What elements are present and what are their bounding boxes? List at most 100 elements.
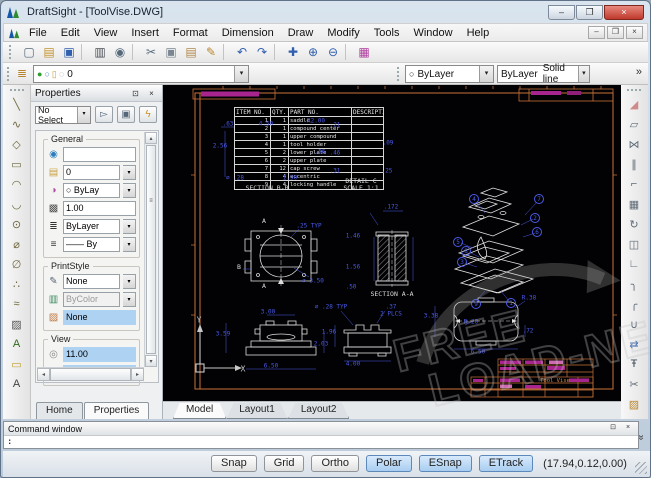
separator[interactable] bbox=[81, 44, 88, 60]
grid-toggle[interactable]: Grid bbox=[264, 455, 305, 472]
command-input[interactable]: : bbox=[4, 436, 638, 448]
weld-tool[interactable]: ∪ bbox=[623, 314, 645, 334]
toolbar-drag-handle[interactable] bbox=[9, 45, 14, 59]
property-value[interactable] bbox=[63, 147, 136, 162]
snap-toggle[interactable]: Snap bbox=[211, 455, 257, 472]
separator[interactable] bbox=[132, 44, 139, 60]
print-preview-icon[interactable]: ◉ bbox=[110, 43, 130, 61]
annotation-tool[interactable]: A bbox=[6, 334, 28, 354]
scrollbar-thumb[interactable] bbox=[50, 368, 131, 381]
chevron-down-icon[interactable]: ▾ bbox=[123, 183, 136, 198]
maximize-button[interactable]: ❐ bbox=[576, 5, 603, 20]
quick-select-button[interactable]: ϟ bbox=[139, 106, 157, 123]
command-window-header[interactable]: Command window ⊡ × bbox=[4, 422, 638, 436]
polyline-tool[interactable]: ∿ bbox=[6, 114, 28, 134]
property-value[interactable]: None bbox=[63, 274, 120, 289]
property-value[interactable]: ByColor bbox=[63, 292, 120, 307]
chevron-down-icon[interactable]: ▾ bbox=[123, 274, 136, 289]
properties-header[interactable]: Properties ⊡ × bbox=[31, 85, 162, 102]
copy-entities-tool[interactable]: ▱ bbox=[623, 114, 645, 134]
menu-view[interactable]: View bbox=[87, 25, 125, 41]
command-expand-button[interactable]: » bbox=[636, 435, 647, 441]
hatch-edit-tool[interactable]: ▨ bbox=[623, 394, 645, 414]
menu-modify[interactable]: Modify bbox=[320, 25, 366, 41]
toolbar-overflow-button[interactable]: » bbox=[636, 66, 642, 78]
chevron-down-icon[interactable]: ▾ bbox=[123, 219, 136, 234]
fillet-tool[interactable]: ╮ bbox=[623, 274, 645, 294]
menu-help[interactable]: Help bbox=[460, 25, 497, 41]
new-icon[interactable]: ▢ bbox=[19, 43, 39, 61]
scrollbar-thumb[interactable]: ≡ bbox=[146, 145, 156, 354]
minimize-button[interactable]: – bbox=[548, 5, 575, 20]
arc-tool[interactable]: ◠ bbox=[6, 174, 28, 194]
tab-layout2[interactable]: Layout2 bbox=[288, 403, 350, 419]
zoom-out-icon[interactable]: ⊖ bbox=[323, 43, 343, 61]
chevron-down-icon[interactable]: ▾ bbox=[234, 66, 248, 82]
toolbar-drag-handle[interactable] bbox=[7, 67, 12, 81]
ellipse-arc-tool[interactable]: ∅ bbox=[6, 254, 28, 274]
property-value[interactable]: ByLayer bbox=[63, 219, 120, 234]
save-icon[interactable]: ▣ bbox=[59, 43, 79, 61]
tab-layout1[interactable]: Layout1 bbox=[226, 403, 288, 419]
freehand-tool[interactable]: ≈ bbox=[6, 294, 28, 314]
menu-window[interactable]: Window bbox=[406, 25, 459, 41]
menu-insert[interactable]: Insert bbox=[124, 25, 166, 41]
select-set-button[interactable]: ▣ bbox=[117, 106, 135, 123]
line-tool[interactable]: ╲ bbox=[6, 94, 28, 114]
ellipse-tool[interactable]: ⌀ bbox=[6, 234, 28, 254]
horizontal-scrollbar[interactable]: ◂ ▸ bbox=[37, 367, 144, 381]
scroll-right-icon[interactable]: ▸ bbox=[131, 368, 144, 381]
scroll-up-icon[interactable]: ▴ bbox=[145, 132, 157, 144]
zoom-in-icon[interactable]: ⊕ bbox=[303, 43, 323, 61]
esnap-toggle[interactable]: ESnap bbox=[419, 455, 472, 472]
scale-tool[interactable]: ◫ bbox=[623, 234, 645, 254]
scroll-down-icon[interactable]: ▾ bbox=[145, 355, 157, 367]
chevron-down-icon[interactable]: ▾ bbox=[77, 107, 90, 123]
property-value[interactable]: 0 bbox=[63, 165, 120, 180]
mdi-close-button[interactable]: × bbox=[626, 26, 643, 39]
etrack-toggle[interactable]: ETrack bbox=[479, 455, 533, 472]
dock-icon[interactable]: ⊡ bbox=[607, 423, 619, 434]
close-icon[interactable]: × bbox=[622, 423, 634, 434]
rectangle-tool[interactable]: ▭ bbox=[6, 154, 28, 174]
title-bar[interactable]: DraftSight - [ToolVise.DWG] – ❐ × bbox=[1, 1, 650, 23]
spline-tool[interactable]: ◡ bbox=[6, 194, 28, 214]
layers-manager-icon[interactable]: ≣ bbox=[13, 66, 31, 83]
menu-file[interactable]: File bbox=[22, 25, 54, 41]
separator[interactable] bbox=[345, 44, 352, 60]
extend-tool[interactable]: ⇄ bbox=[623, 334, 645, 354]
mirror-tool[interactable]: ⋈ bbox=[623, 134, 645, 154]
circle-tool[interactable]: ⊙ bbox=[6, 214, 28, 234]
stretch-tool[interactable]: ∟ bbox=[623, 254, 645, 274]
line-color-combo[interactable]: ○ ByLayer ▾ bbox=[405, 65, 494, 83]
separator[interactable] bbox=[274, 44, 281, 60]
tab-home[interactable]: Home bbox=[36, 402, 83, 419]
tab-properties[interactable]: Properties bbox=[84, 402, 150, 419]
property-value[interactable]: ○ ByLay bbox=[63, 183, 120, 198]
separator[interactable] bbox=[223, 44, 230, 60]
property-value[interactable]: 11.00 bbox=[63, 347, 136, 362]
menu-tools[interactable]: Tools bbox=[367, 25, 407, 41]
toolbar-drag-handle[interactable] bbox=[10, 89, 24, 91]
offset-tool[interactable]: ∥ bbox=[623, 154, 645, 174]
command-window[interactable]: Command window ⊡ × : bbox=[3, 421, 639, 449]
close-icon[interactable]: × bbox=[145, 87, 158, 99]
property-value[interactable]: None bbox=[63, 310, 136, 325]
menu-dimension[interactable]: Dimension bbox=[215, 25, 281, 41]
polar-toggle[interactable]: Polar bbox=[366, 455, 412, 472]
edit-polyline-tool[interactable]: ⌐ bbox=[623, 174, 645, 194]
chevron-down-icon[interactable]: ▾ bbox=[123, 237, 136, 252]
trim-tool[interactable]: Ŧ bbox=[623, 354, 645, 374]
selection-combo[interactable]: No Select ▾ bbox=[35, 106, 91, 124]
toolbar-drag-handle[interactable] bbox=[397, 67, 402, 81]
format-painter-icon[interactable]: ▦ bbox=[354, 43, 374, 61]
chevron-down-icon[interactable]: ▾ bbox=[123, 165, 136, 180]
mdi-restore-button[interactable]: ❐ bbox=[607, 26, 624, 39]
pattern-tool[interactable]: ▦ bbox=[623, 194, 645, 214]
redo-icon[interactable]: ↷ bbox=[252, 43, 272, 61]
chevron-down-icon[interactable]: ▾ bbox=[578, 66, 589, 82]
mdi-minimize-button[interactable]: – bbox=[588, 26, 605, 39]
ortho-toggle[interactable]: Ortho bbox=[311, 455, 359, 472]
drawing-canvas[interactable]: ITEM NO. QTY. PART NO. DESCRIPTION 1 1 s… bbox=[163, 85, 621, 401]
pan-icon[interactable]: ✚ bbox=[283, 43, 303, 61]
